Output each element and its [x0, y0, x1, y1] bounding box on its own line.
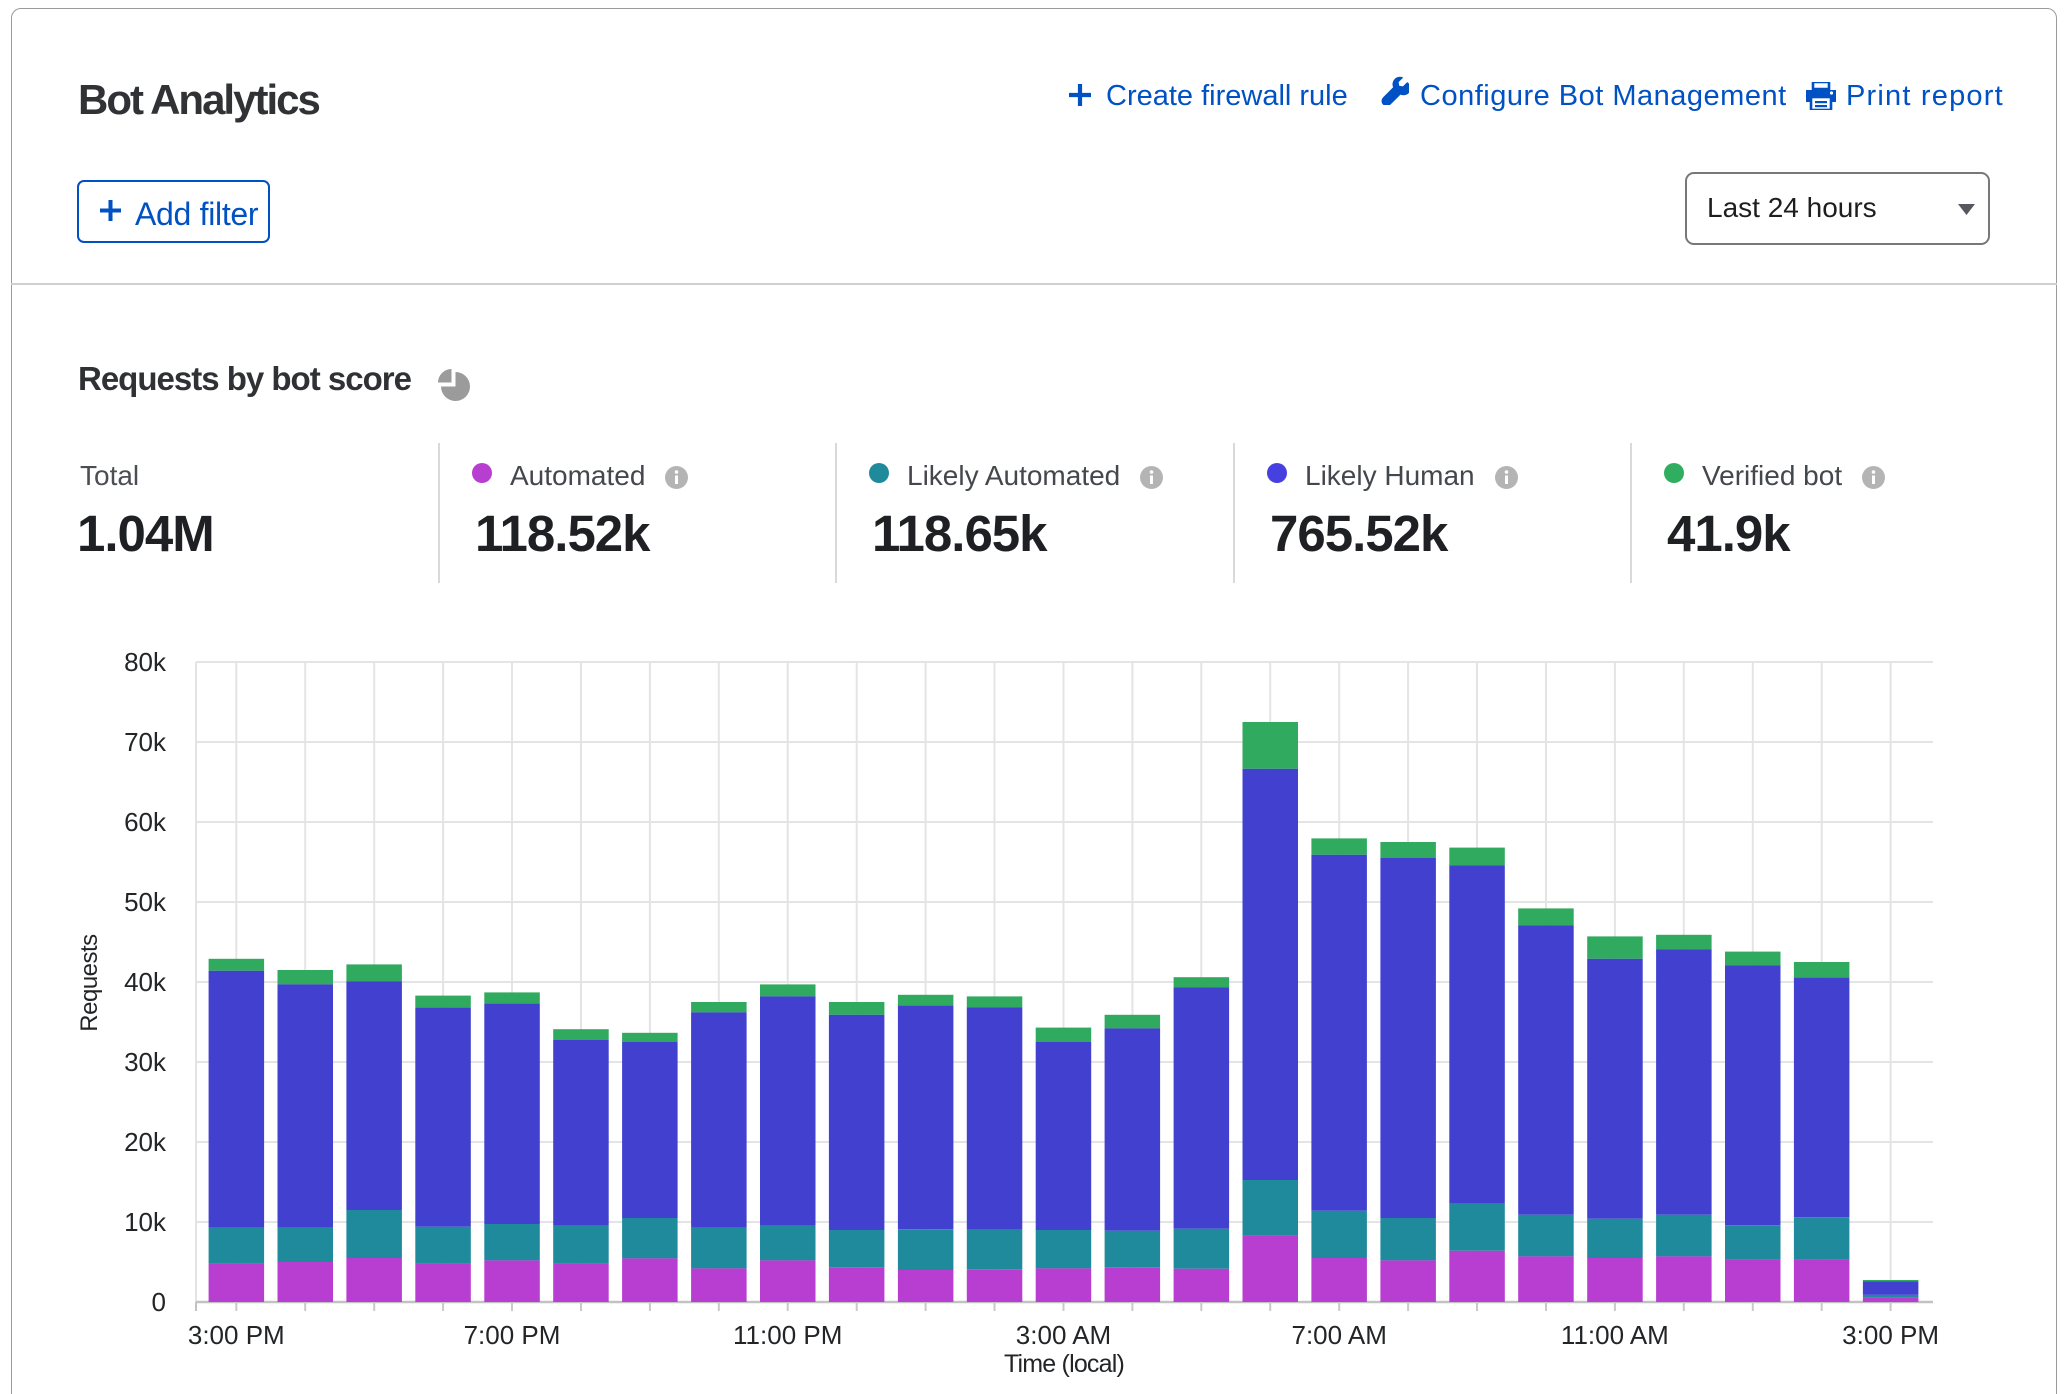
svg-text:11:00 AM: 11:00 AM [1561, 1320, 1669, 1350]
svg-text:40k: 40k [124, 967, 167, 997]
svg-text:80k: 80k [124, 647, 167, 677]
svg-text:7:00 PM: 7:00 PM [464, 1320, 561, 1350]
svg-text:Time (local): Time (local) [1004, 1350, 1124, 1378]
svg-text:20k: 20k [124, 1127, 167, 1157]
svg-text:0: 0 [152, 1287, 166, 1317]
svg-text:70k: 70k [124, 727, 167, 757]
svg-text:Requests: Requests [76, 934, 103, 1032]
svg-text:7:00 AM: 7:00 AM [1291, 1320, 1386, 1350]
svg-text:50k: 50k [124, 887, 167, 917]
svg-text:10k: 10k [124, 1207, 167, 1237]
svg-text:60k: 60k [124, 807, 167, 837]
svg-text:30k: 30k [124, 1047, 167, 1077]
svg-text:3:00 PM: 3:00 PM [1842, 1320, 1939, 1350]
svg-text:3:00 PM: 3:00 PM [188, 1320, 285, 1350]
svg-text:3:00 AM: 3:00 AM [1016, 1320, 1111, 1350]
svg-text:11:00 PM: 11:00 PM [733, 1320, 842, 1350]
